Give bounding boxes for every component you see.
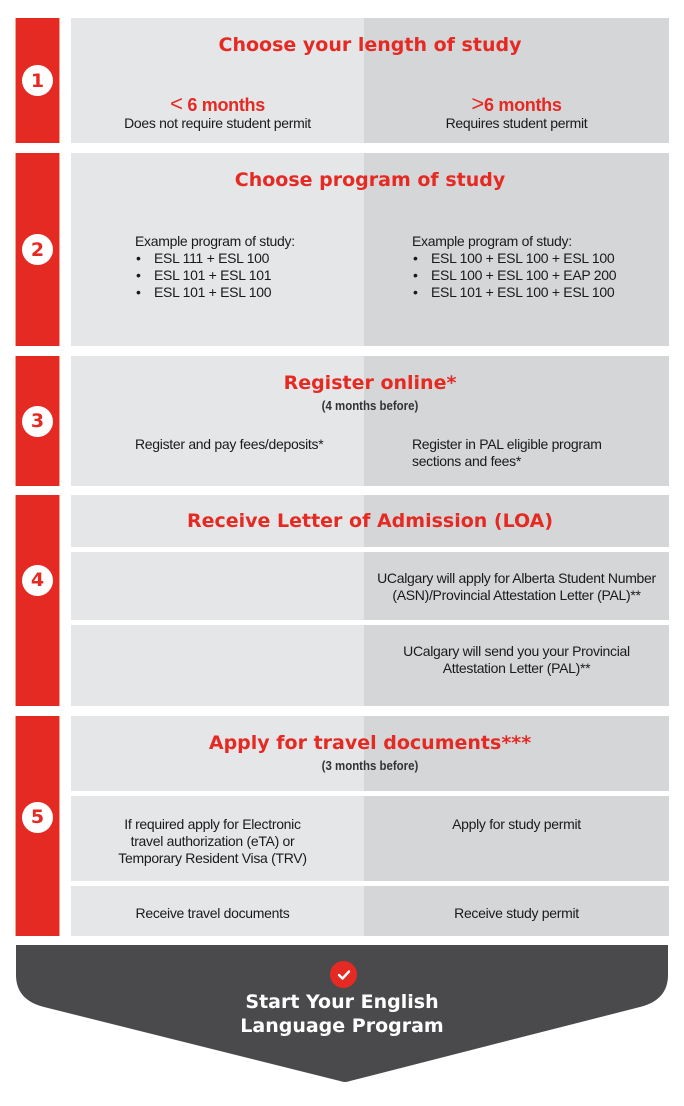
- final-banner-title: Start Your English Language Program: [0, 990, 684, 1038]
- final-title-line: Start Your English: [245, 991, 439, 1013]
- check-icon: [330, 961, 357, 988]
- final-title-line: Language Program: [240, 1015, 444, 1037]
- final-banner-shape: [16, 945, 668, 1082]
